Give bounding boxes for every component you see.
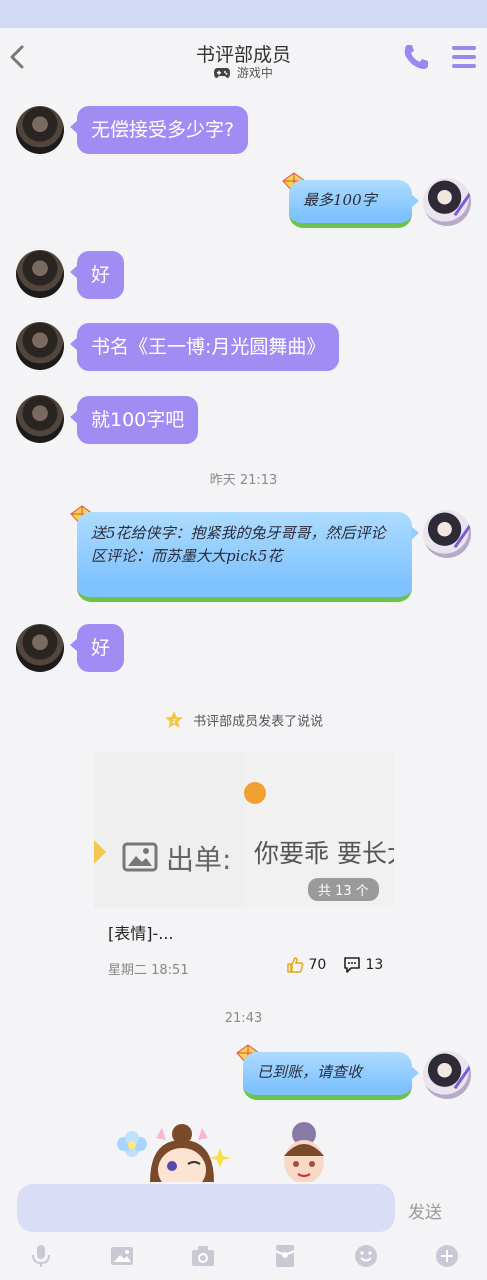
timestamp: 21:43 bbox=[224, 1011, 263, 1026]
presence-text: 游戏中 bbox=[236, 66, 273, 80]
chat-header: 书评部成员 游戏中 bbox=[0, 28, 487, 90]
post-caption: [表情]-... bbox=[108, 924, 174, 943]
post-image-text-right: 你要乖 要长大 bbox=[254, 839, 394, 868]
like-button[interactable]: 70 bbox=[286, 956, 326, 974]
timestamp: 昨天 21:13 bbox=[209, 473, 278, 488]
red-packet-icon[interactable] bbox=[271, 1242, 299, 1270]
flower-icon bbox=[117, 1131, 147, 1157]
comment-icon bbox=[344, 957, 360, 973]
message-bubble[interactable]: 就100字吧 bbox=[69, 396, 199, 444]
emoji-icon[interactable] bbox=[352, 1242, 380, 1270]
menu-icon[interactable] bbox=[451, 44, 477, 70]
contact-avatar[interactable] bbox=[16, 624, 64, 672]
composer-bar: 发送 bbox=[0, 1182, 487, 1280]
phone-icon[interactable] bbox=[401, 42, 431, 72]
badge-decoration bbox=[244, 782, 266, 804]
contact-avatar[interactable] bbox=[16, 322, 64, 370]
post-notice[interactable]: z 书评部成员发表了说说 bbox=[0, 710, 487, 730]
gamepad-icon bbox=[214, 67, 231, 78]
status-strip bbox=[0, 0, 487, 28]
my-avatar[interactable] bbox=[423, 1051, 471, 1099]
microphone-icon[interactable] bbox=[27, 1242, 55, 1270]
image-count-badge: 共 13 个 bbox=[308, 878, 379, 901]
post-image[interactable]: 出单: 你要乖 要长大 共 13 个 bbox=[94, 752, 394, 908]
post-card[interactable]: 出单: 你要乖 要长大 共 13 个 [表情]-... 星期二 18:51 70… bbox=[94, 752, 394, 990]
comment-button[interactable]: 13 bbox=[343, 956, 383, 974]
message-bubble[interactable]: 好 bbox=[69, 251, 125, 299]
send-button[interactable]: 发送 bbox=[408, 1198, 442, 1223]
my-avatar[interactable] bbox=[423, 178, 471, 226]
comment-count: 13 bbox=[365, 957, 384, 973]
like-count: 70 bbox=[308, 957, 327, 973]
boy-face-icon bbox=[284, 1122, 324, 1182]
message-bubble[interactable]: 最多100字 bbox=[289, 180, 419, 228]
message-bubble[interactable]: 好 bbox=[69, 624, 125, 672]
post-date: 星期二 18:51 bbox=[108, 963, 189, 978]
contact-avatar[interactable] bbox=[16, 250, 64, 298]
contact-avatar[interactable] bbox=[16, 106, 64, 154]
post-notice-text: 书评部成员发表了说说 bbox=[193, 714, 324, 730]
camera-icon[interactable] bbox=[189, 1242, 217, 1270]
sticker-image[interactable] bbox=[110, 1120, 350, 1182]
message-bubble[interactable]: 书名《王一博:月光圆舞曲》 bbox=[69, 323, 340, 371]
star-icon: z bbox=[164, 711, 183, 728]
my-avatar[interactable] bbox=[423, 510, 471, 558]
message-bubble[interactable]: 无偿接受多少字? bbox=[69, 106, 249, 154]
svg-text:z: z bbox=[172, 717, 176, 725]
photo-icon[interactable] bbox=[108, 1242, 136, 1270]
post-image-text-left: 出单: bbox=[166, 843, 232, 876]
message-bubble[interactable]: 送5花给侠字：抱紧我的兔牙哥哥，然后评论区评论：而苏墨大大pick5花 bbox=[77, 512, 419, 602]
image-icon bbox=[122, 842, 158, 872]
message-bubble[interactable]: 已到账，请查收 bbox=[243, 1052, 419, 1100]
message-input[interactable] bbox=[17, 1184, 395, 1232]
contact-avatar[interactable] bbox=[16, 395, 64, 443]
girl-face-icon bbox=[150, 1124, 214, 1182]
plus-icon[interactable] bbox=[433, 1242, 461, 1270]
thumbs-up-icon bbox=[287, 957, 304, 973]
